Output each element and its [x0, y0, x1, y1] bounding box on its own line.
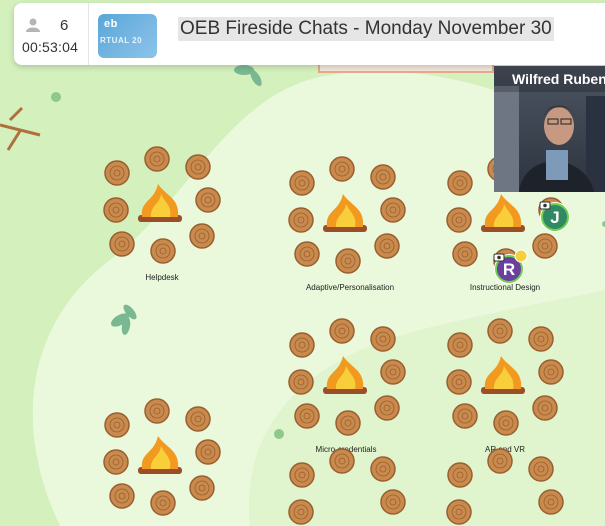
log-seat[interactable]: [109, 231, 135, 257]
log-seat[interactable]: [532, 395, 558, 421]
room-label: Helpdesk: [145, 273, 179, 282]
log-seat[interactable]: [370, 164, 396, 190]
log-seat[interactable]: [294, 241, 320, 267]
video-participant-name: Wilfred Ruben: [494, 66, 605, 92]
log-seat[interactable]: [487, 318, 513, 344]
log-seat[interactable]: [380, 197, 406, 223]
log-seat[interactable]: [335, 410, 361, 436]
log-seat[interactable]: [185, 406, 211, 432]
log-seat[interactable]: [528, 326, 554, 352]
log-seat[interactable]: [289, 462, 315, 488]
log-seat[interactable]: [528, 456, 554, 482]
room-6[interactable]: [103, 398, 221, 516]
event-thumbnail[interactable]: eb RTUAL 20: [98, 14, 157, 58]
log-seat[interactable]: [185, 154, 211, 180]
star-badge-icon: [514, 249, 528, 263]
top-bar: 6 00:53:04 eb RTUAL 20 OEB Fireside Chat…: [14, 3, 605, 65]
session-info: 6 00:53:04: [14, 3, 89, 65]
log-seat[interactable]: [195, 187, 221, 213]
log-seat[interactable]: [150, 490, 176, 516]
room-label: Adaptive/Personalisation: [306, 283, 394, 292]
log-seat[interactable]: [487, 448, 513, 474]
thumbnail-text-2: RTUAL 20: [100, 36, 143, 45]
log-seat[interactable]: [532, 233, 558, 259]
log-seat[interactable]: [294, 403, 320, 429]
avatar-initial: J: [550, 208, 559, 227]
log-seat[interactable]: [447, 332, 473, 358]
user-icon: [26, 18, 40, 32]
log-seat[interactable]: [103, 449, 129, 475]
log-seat[interactable]: [103, 197, 129, 223]
log-seat[interactable]: [288, 207, 314, 233]
log-seat[interactable]: [374, 395, 400, 421]
video-tile[interactable]: Wilfred Ruben: [494, 66, 605, 192]
session-timer: 00:53:04: [22, 39, 79, 55]
log-seat[interactable]: [538, 489, 564, 515]
log-seat[interactable]: [104, 160, 130, 186]
log-seat[interactable]: [452, 403, 478, 429]
log-seat[interactable]: [335, 248, 361, 274]
log-seat[interactable]: [289, 170, 315, 196]
log-seat[interactable]: [144, 398, 170, 424]
log-seat[interactable]: [380, 489, 406, 515]
log-seat[interactable]: [493, 410, 519, 436]
log-seat[interactable]: [189, 223, 215, 249]
log-seat[interactable]: [144, 146, 170, 172]
branch-decoration: [0, 106, 41, 151]
log-seat[interactable]: [446, 207, 472, 233]
log-seat[interactable]: [380, 359, 406, 385]
camera-icon: [539, 201, 551, 210]
log-seat[interactable]: [374, 233, 400, 259]
log-seat[interactable]: [195, 439, 221, 465]
camera-icon: [493, 253, 505, 262]
log-seat[interactable]: [109, 483, 135, 509]
log-seat[interactable]: [446, 499, 472, 525]
participant-avatar[interactable]: J: [539, 201, 570, 232]
log-seat[interactable]: [370, 456, 396, 482]
thumbnail-text-1: eb: [104, 18, 118, 30]
log-seat[interactable]: [288, 369, 314, 395]
log-seat[interactable]: [289, 332, 315, 358]
log-seat[interactable]: [538, 359, 564, 385]
log-seat[interactable]: [452, 241, 478, 267]
log-seat[interactable]: [150, 238, 176, 264]
log-seat[interactable]: [446, 369, 472, 395]
log-seat[interactable]: [288, 499, 314, 525]
log-seat[interactable]: [329, 318, 355, 344]
log-seat[interactable]: [189, 475, 215, 501]
log-seat[interactable]: [104, 412, 130, 438]
avatar-initial: R: [503, 260, 515, 279]
log-seat[interactable]: [370, 326, 396, 352]
participant-count: 6: [60, 17, 69, 34]
event-title: OEB Fireside Chats - Monday November 30: [178, 17, 554, 41]
log-seat[interactable]: [447, 170, 473, 196]
log-seat[interactable]: [329, 448, 355, 474]
log-seat[interactable]: [329, 156, 355, 182]
room-label: Instructional Design: [470, 283, 540, 292]
campfire-icon: [138, 184, 182, 222]
log-seat[interactable]: [447, 462, 473, 488]
